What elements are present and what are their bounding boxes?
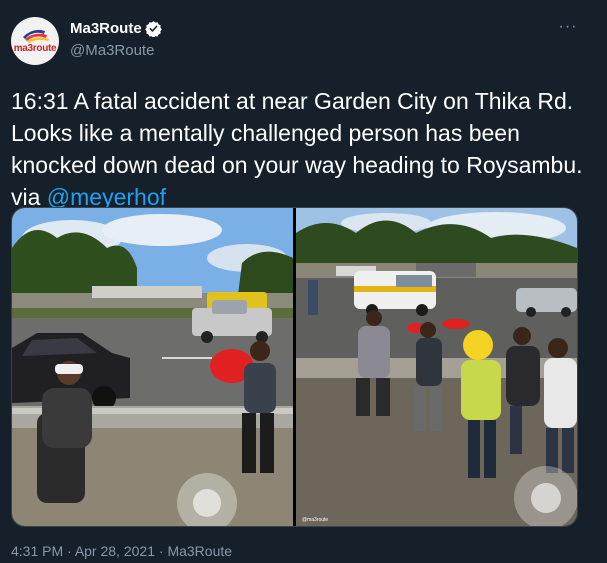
media-grid[interactable]: @ma3route (11, 207, 578, 527)
name-row: Ma3Route (70, 20, 162, 37)
tweet-metadata: 4:31 PM · Apr 28, 2021 · Ma3Route (11, 543, 232, 559)
handle[interactable]: @Ma3Route (70, 42, 154, 59)
avatar[interactable]: ma3route (11, 17, 59, 65)
tweet-text: 16:31 A fatal accident at near Garden Ci… (11, 85, 596, 213)
more-options-button[interactable]: ··· (556, 18, 580, 38)
avatar-logo-text: ma3route (13, 43, 57, 54)
meta-separator-2: · (154, 543, 168, 559)
tweet-card: ma3route Ma3Route @Ma3Route ··· 16:31 A … (0, 0, 607, 563)
tweet-source[interactable]: Ma3Route (167, 543, 232, 559)
photo-right[interactable]: @ma3route (296, 208, 577, 526)
display-name[interactable]: Ma3Route (70, 20, 142, 37)
tweet-date[interactable]: Apr 28, 2021 (75, 543, 155, 559)
photo-left[interactable] (12, 208, 293, 526)
ma3route-logo-icon (23, 29, 49, 43)
tweet-time[interactable]: 4:31 PM (11, 543, 63, 559)
verified-badge-icon (144, 21, 162, 37)
watermark-text: @ma3route (302, 517, 328, 523)
meta-separator-1: · (63, 543, 75, 559)
